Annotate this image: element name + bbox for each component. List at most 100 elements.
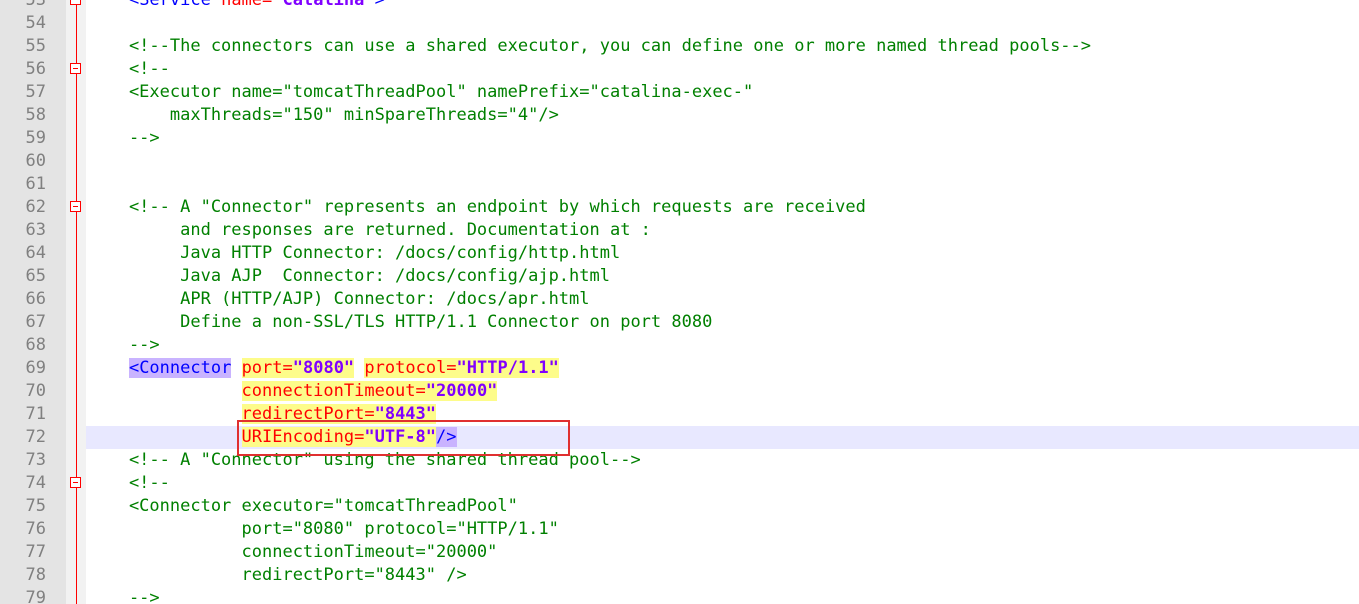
code-line[interactable]: 66 APR (HTTP/AJP) Connector: /docs/apr.h… [0, 288, 1359, 311]
fold-collapse-icon[interactable] [70, 477, 81, 488]
code-line[interactable]: 53 <Service name="Catalina"> [0, 0, 1359, 12]
code-lines: 53 <Service name="Catalina"> 54 55 <!--The… [0, 0, 1359, 604]
code-text: --> [88, 127, 160, 150]
code-line[interactable]: 60 [0, 150, 1359, 173]
code-line[interactable]: 75 <Connector executor="tomcatThreadPool… [0, 495, 1359, 518]
line-number: 77 [25, 542, 46, 562]
code-token: /> [436, 427, 457, 447]
code-token: and responses are returned. Documentatio… [88, 220, 651, 240]
line-number: 64 [25, 243, 46, 263]
code-token: "UTF-8" [364, 427, 437, 447]
code-line[interactable]: 68 --> [0, 334, 1359, 357]
code-line[interactable]: 70 connectionTimeout="20000" [0, 380, 1359, 403]
code-text: --> [88, 587, 160, 604]
fold-collapse-icon[interactable] [70, 63, 81, 74]
code-text: <Service name="Catalina"> [88, 0, 385, 12]
code-token: maxThreads="150" minSpareThreads="4"/> [88, 105, 559, 125]
code-line[interactable]: 72 URIEncoding="UTF-8"/> [0, 426, 1359, 449]
line-number: 56 [25, 59, 46, 79]
line-number: 76 [25, 519, 46, 539]
line-number: 74 [25, 473, 46, 493]
line-number: 72 [25, 427, 46, 447]
code-token: <!-- [88, 59, 170, 79]
line-number: 71 [25, 404, 46, 424]
code-line[interactable]: 78 redirectPort="8443" /> [0, 564, 1359, 587]
code-line[interactable]: 59 --> [0, 127, 1359, 150]
code-line[interactable]: 58 maxThreads="150" minSpareThreads="4"/… [0, 104, 1359, 127]
code-text: redirectPort="8443" [88, 403, 437, 426]
code-text: <Connector executor="tomcatThreadPool" [88, 495, 518, 518]
code-text: <!--The connectors can use a shared exec… [88, 35, 1091, 58]
code-line[interactable]: 57 <Executor name="tomcatThreadPool" nam… [0, 81, 1359, 104]
code-line[interactable]: 63 and responses are returned. Documenta… [0, 219, 1359, 242]
code-text: <!-- A "Connector" represents an endpoin… [88, 196, 866, 219]
line-number: 70 [25, 381, 46, 401]
code-line[interactable]: 77 connectionTimeout="20000" [0, 541, 1359, 564]
code-token: <!-- [88, 473, 170, 493]
code-token: <!-- A "Connector" represents an endpoin… [88, 197, 866, 217]
code-line[interactable]: 62 <!-- A "Connector" represents an endp… [0, 196, 1359, 219]
line-number: 57 [25, 82, 46, 102]
code-line[interactable]: 74 <!-- [0, 472, 1359, 495]
code-line[interactable]: 64 Java HTTP Connector: /docs/config/htt… [0, 242, 1359, 265]
code-token: <Executor name="tomcatThreadPool" namePr… [88, 82, 754, 102]
code-line[interactable]: 65 Java AJP Connector: /docs/config/ajp.… [0, 265, 1359, 288]
code-text: <!-- A "Connector" using the shared thre… [88, 449, 641, 472]
code-line[interactable]: 67 Define a non-SSL/TLS HTTP/1.1 Connect… [0, 311, 1359, 334]
code-line[interactable]: 55 <!--The connectors can use a shared e… [0, 35, 1359, 58]
line-number: 73 [25, 450, 46, 470]
code-token: redirectPort="8443" /> [88, 565, 467, 585]
code-text: Java AJP Connector: /docs/config/ajp.htm… [88, 265, 610, 288]
line-number: 66 [25, 289, 46, 309]
line-number: 63 [25, 220, 46, 240]
code-token: port= [241, 358, 293, 378]
code-line[interactable]: 76 port="8080" protocol="HTTP/1.1" [0, 518, 1359, 541]
line-number: 61 [25, 174, 46, 194]
line-number: 65 [25, 266, 46, 286]
code-text: --> [88, 334, 160, 357]
code-text: <!-- [88, 58, 170, 81]
code-text: <Executor name="tomcatThreadPool" namePr… [88, 81, 753, 104]
line-number: 78 [25, 565, 46, 585]
code-text: <Connector port="8080" protocol="HTTP/1.… [88, 357, 559, 380]
code-text: <!-- [88, 472, 170, 495]
code-text: maxThreads="150" minSpareThreads="4"/> [88, 104, 559, 127]
line-number: 54 [25, 13, 46, 33]
code-line[interactable]: 54 [0, 12, 1359, 35]
code-token: Java HTTP Connector: /docs/config/http.h… [88, 243, 621, 263]
code-token: URIEncoding= [241, 427, 365, 447]
code-line[interactable]: 61 [0, 173, 1359, 196]
code-token: Java AJP Connector: /docs/config/ajp.htm… [88, 266, 610, 286]
code-text: and responses are returned. Documentatio… [88, 219, 651, 242]
code-editor[interactable]: 53 <Service name="Catalina"> 54 55 <!--The… [0, 0, 1359, 604]
code-token: --> [88, 128, 160, 148]
line-number: 79 [25, 588, 46, 604]
line-number: 67 [25, 312, 46, 332]
line-number: 53 [25, 0, 46, 10]
code-line[interactable]: 69 <Connector port="8080" protocol="HTTP… [0, 357, 1359, 380]
code-token: protocol= [364, 358, 457, 378]
code-line[interactable]: 56 <!-- [0, 58, 1359, 81]
fold-collapse-icon[interactable] [70, 0, 81, 5]
line-number: 55 [25, 36, 46, 56]
code-token: <!--The connectors can use a shared exec… [88, 36, 1092, 56]
code-token: connectionTimeout= [241, 381, 426, 401]
code-line[interactable]: 71 redirectPort="8443" [0, 403, 1359, 426]
code-token: APR (HTTP/AJP) Connector: /docs/apr.html [88, 289, 590, 309]
code-token: --> [88, 588, 160, 604]
line-number: 62 [25, 197, 46, 217]
line-number: 69 [25, 358, 46, 378]
code-text: Java HTTP Connector: /docs/config/http.h… [88, 242, 620, 265]
code-line[interactable]: 79 --> [0, 587, 1359, 604]
code-token: <!-- A "Connector" using the shared thre… [88, 450, 641, 470]
line-number: 60 [25, 151, 46, 171]
line-number: 59 [25, 128, 46, 148]
code-token: <Service [128, 0, 222, 10]
fold-collapse-icon[interactable] [70, 201, 81, 212]
code-line[interactable]: 73 <!-- A "Connector" using the shared t… [0, 449, 1359, 472]
